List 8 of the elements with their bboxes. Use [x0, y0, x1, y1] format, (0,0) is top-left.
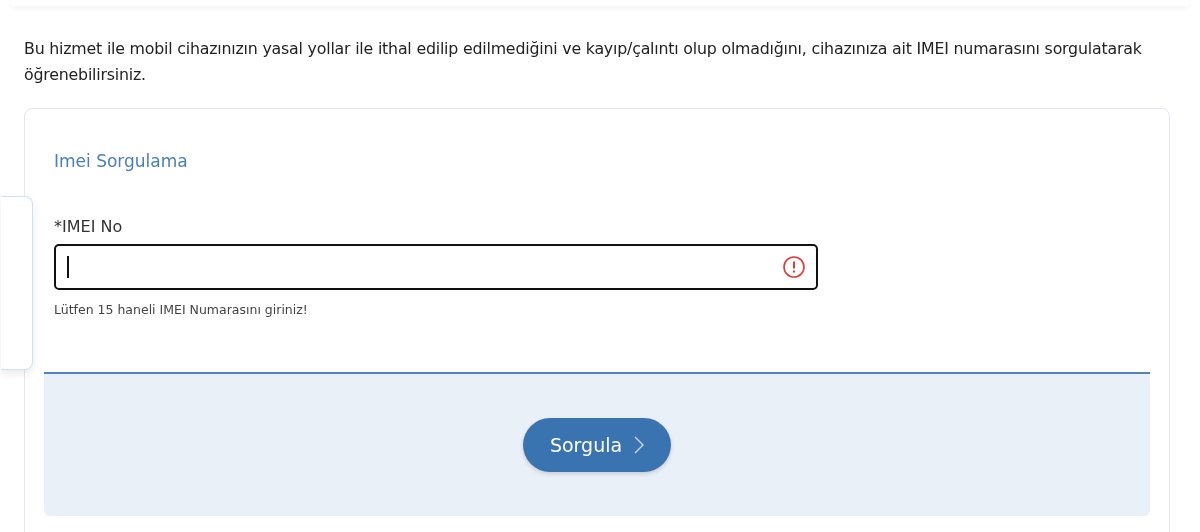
error-icon — [782, 255, 806, 279]
field-hint: Lütfen 15 haneli IMEI Numarasını giriniz! — [54, 302, 309, 317]
chevron-right-icon — [634, 436, 645, 454]
imei-input-field[interactable] — [54, 244, 818, 290]
intro-text: Bu hizmet ile mobil cihazınızın yasal yollar ile ithal edilip edilmediğini ve kayıp/çalıntı olup olmadığını, cihazınıza ait IMEI numarasını sorgulatarak öğrenebilirsiniz. — [24, 38, 1143, 86]
field-label: *IMEI No — [54, 217, 124, 236]
query-button[interactable]: Sorgula — [523, 418, 671, 472]
form-title: Imei Sorgulama — [54, 151, 189, 171]
